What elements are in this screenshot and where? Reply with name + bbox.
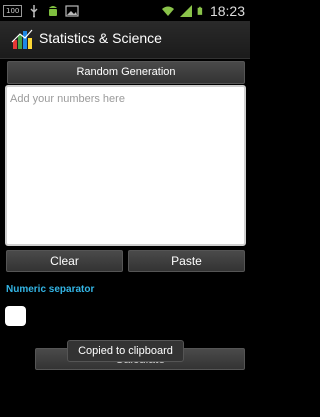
status-left-icons: 100	[3, 3, 79, 18]
battery-icon	[197, 6, 203, 15]
numeric-separator-label: Numeric separator	[6, 284, 95, 295]
app-icon[interactable]	[11, 28, 33, 50]
image-icon	[65, 4, 79, 17]
usb-icon	[30, 4, 38, 17]
status-bar: 100 18:23	[0, 0, 250, 21]
wifi-icon	[161, 6, 174, 16]
numeric-separator-input[interactable]	[5, 306, 26, 326]
android-icon	[49, 5, 58, 16]
numbers-input[interactable]: Add your numbers here	[5, 85, 246, 246]
toast-message: Copied to clipboard	[67, 340, 184, 362]
battery-percentage-badge: 100	[3, 4, 23, 17]
action-bar: Statistics & Science	[0, 21, 250, 59]
signal-icon	[179, 4, 192, 17]
paste-button[interactable]: Paste	[128, 250, 245, 272]
clear-button[interactable]: Clear	[6, 250, 123, 272]
random-generation-button[interactable]: Random Generation	[7, 61, 245, 84]
app-title: Statistics & Science	[39, 30, 162, 46]
status-right-icons: 18:23	[161, 2, 245, 19]
status-time: 18:23	[209, 2, 245, 19]
numbers-input-placeholder: Add your numbers here	[10, 93, 125, 105]
